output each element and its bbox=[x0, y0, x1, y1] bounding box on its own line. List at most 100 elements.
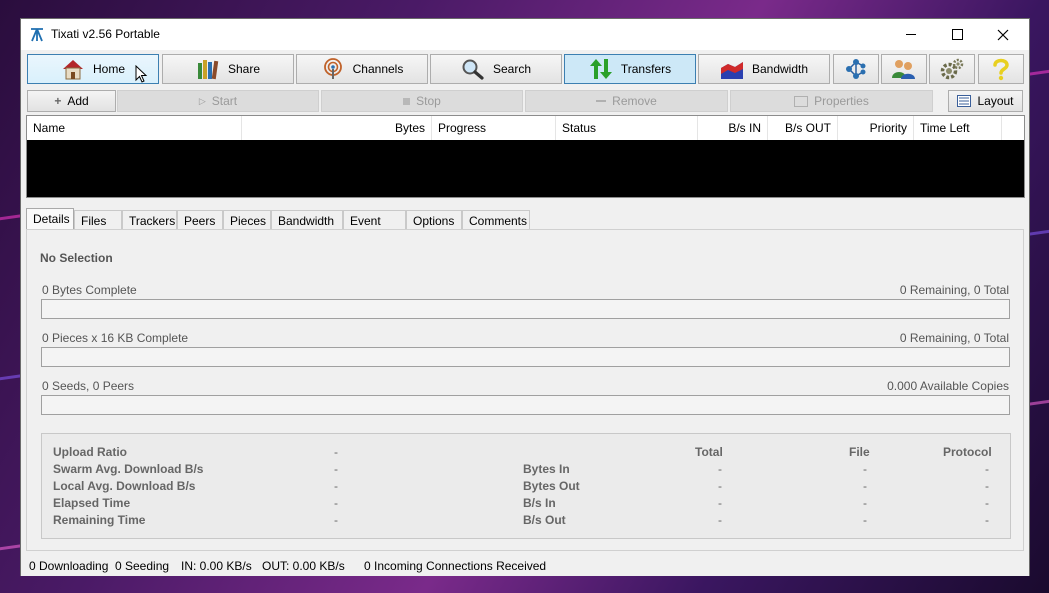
stat-value-local-avg: - bbox=[334, 479, 338, 493]
tab-event-log[interactable]: Event Log bbox=[343, 210, 406, 248]
column-header-bytes[interactable]: Bytes bbox=[242, 116, 432, 140]
tixati-logo-icon bbox=[31, 28, 43, 42]
pieces-progress-bar bbox=[41, 347, 1010, 367]
available-copies-label: 0.000 Available Copies bbox=[887, 379, 1009, 393]
stat-total-bs-out: - bbox=[718, 513, 722, 527]
transfer-list-body[interactable] bbox=[27, 140, 1024, 197]
stat-file-bytes-out: - bbox=[863, 479, 867, 493]
window-title: Tixati v2.56 Portable bbox=[51, 27, 160, 41]
title-bar[interactable]: Tixati v2.56 Portable bbox=[21, 19, 1029, 50]
properties-icon bbox=[794, 95, 809, 107]
share-button[interactable]: Share bbox=[162, 54, 294, 84]
tab-options[interactable]: Options bbox=[406, 210, 462, 230]
pieces-complete-label: 0 Pieces x 16 KB Complete bbox=[42, 331, 189, 345]
app-window: Tixati v2.56 Portable Home Share Channel… bbox=[20, 18, 1030, 576]
close-button[interactable] bbox=[980, 19, 1026, 50]
minimize-button[interactable] bbox=[888, 19, 934, 50]
stat-file-bs-in: - bbox=[863, 496, 867, 510]
network-icon bbox=[846, 59, 866, 79]
minimize-icon bbox=[906, 34, 916, 35]
plus-icon: + bbox=[54, 94, 62, 108]
stat-label-elapsed: Elapsed Time bbox=[53, 496, 131, 510]
bytes-remaining-label: 0 Remaining, 0 Total bbox=[899, 283, 1009, 297]
properties-label: Properties bbox=[814, 94, 869, 108]
bandwidth-button[interactable]: Bandwidth bbox=[698, 54, 830, 84]
users-button[interactable] bbox=[881, 54, 927, 84]
stop-icon bbox=[403, 97, 411, 105]
status-out-rate: OUT: 0.00 KB/s bbox=[262, 559, 345, 573]
seeds-peers-label: 0 Seeds, 0 Peers bbox=[42, 379, 135, 393]
column-header-time-left[interactable]: Time Left bbox=[914, 116, 1002, 140]
home-icon bbox=[62, 60, 83, 80]
properties-button[interactable]: Properties bbox=[730, 90, 933, 112]
maximize-button[interactable] bbox=[934, 19, 980, 50]
channels-button[interactable]: Channels bbox=[296, 54, 428, 84]
minus-icon bbox=[596, 100, 607, 102]
search-label: Search bbox=[492, 62, 532, 76]
users-icon bbox=[892, 60, 915, 79]
layout-button[interactable]: Layout bbox=[948, 90, 1023, 112]
stop-button[interactable]: Stop bbox=[321, 90, 523, 112]
transfers-button[interactable]: Transfers bbox=[564, 54, 696, 84]
status-seeding: 0 Seeding bbox=[115, 559, 170, 573]
tab-files[interactable]: Files bbox=[74, 210, 122, 230]
gears-icon bbox=[940, 58, 964, 80]
tab-trackers[interactable]: Trackers bbox=[122, 210, 177, 230]
stat-protocol-bytes-in: - bbox=[985, 462, 989, 476]
mouse-cursor-icon bbox=[135, 65, 148, 83]
bytes-complete-label: 0 Bytes Complete bbox=[42, 283, 137, 297]
home-button[interactable]: Home bbox=[27, 54, 159, 84]
tab-details[interactable]: Details bbox=[26, 208, 74, 230]
column-header-progress[interactable]: Progress bbox=[432, 116, 556, 140]
stat-file-bs-out: - bbox=[863, 513, 867, 527]
transfer-list-header: Name Bytes Progress Status B/s IN B/s OU… bbox=[27, 116, 1024, 140]
column-header-bs-in[interactable]: B/s IN bbox=[698, 116, 768, 140]
stat-label-bytes-in: Bytes In bbox=[523, 462, 570, 476]
play-icon: ▷ bbox=[198, 95, 206, 106]
stat-protocol-bs-in: - bbox=[985, 496, 989, 510]
remove-label: Remove bbox=[612, 94, 657, 108]
help-button[interactable] bbox=[978, 54, 1024, 84]
close-icon bbox=[997, 29, 1009, 40]
start-button[interactable]: ▷ Start bbox=[117, 90, 319, 112]
network-button[interactable] bbox=[833, 54, 879, 84]
tab-pieces[interactable]: Pieces bbox=[223, 210, 271, 230]
stat-total-bytes-in: - bbox=[718, 462, 722, 476]
stat-label-swarm-avg: Swarm Avg. Download B/s bbox=[53, 462, 204, 476]
layout-icon bbox=[957, 95, 972, 107]
transfers-label: Transfers bbox=[620, 62, 672, 76]
stat-file-bytes-in: - bbox=[863, 462, 867, 476]
tab-comments[interactable]: Comments bbox=[462, 210, 530, 230]
stat-value-swarm-avg: - bbox=[334, 462, 338, 476]
tab-bandwidth[interactable]: Bandwidth bbox=[271, 210, 343, 230]
transfer-arrows-icon bbox=[589, 59, 612, 79]
status-bar: 0 Downloading 0 Seeding IN: 0.00 KB/s OU… bbox=[21, 556, 1029, 576]
bandwidth-label: Bandwidth bbox=[751, 62, 809, 76]
help-icon bbox=[993, 58, 1009, 81]
column-header-status[interactable]: Status bbox=[556, 116, 698, 140]
search-button[interactable]: Search bbox=[430, 54, 562, 84]
add-button[interactable]: + Add bbox=[27, 90, 116, 112]
column-header-name[interactable]: Name bbox=[27, 116, 242, 140]
column-header-bs-out[interactable]: B/s OUT bbox=[768, 116, 838, 140]
settings-button[interactable] bbox=[929, 54, 975, 84]
stat-label-upload-ratio: Upload Ratio bbox=[53, 445, 127, 459]
availability-bar bbox=[41, 395, 1010, 415]
remove-button[interactable]: Remove bbox=[525, 90, 728, 112]
column-header-priority[interactable]: Priority bbox=[838, 116, 914, 140]
stats-box: Upload Ratio Swarm Avg. Download B/s Loc… bbox=[41, 433, 1011, 539]
stat-label-remaining: Remaining Time bbox=[53, 513, 146, 527]
transfer-list[interactable]: Name Bytes Progress Status B/s IN B/s OU… bbox=[26, 115, 1025, 198]
details-panel: No Selection 0 Bytes Complete 0 Remainin… bbox=[26, 229, 1024, 551]
books-icon bbox=[197, 60, 219, 80]
stat-label-bs-in: B/s In bbox=[523, 496, 556, 510]
stat-label-local-avg: Local Avg. Download B/s bbox=[53, 479, 196, 493]
start-label: Start bbox=[211, 94, 238, 108]
stop-label: Stop bbox=[416, 94, 441, 108]
transfer-toolbar: + Add ▷ Start Stop Remove Properties Lay… bbox=[21, 90, 1029, 114]
stat-value-elapsed: - bbox=[334, 496, 338, 510]
tab-peers[interactable]: Peers bbox=[177, 210, 223, 230]
stat-total-bs-in: - bbox=[718, 496, 722, 510]
maximize-icon bbox=[951, 29, 963, 40]
stat-label-bs-out: B/s Out bbox=[523, 513, 566, 527]
